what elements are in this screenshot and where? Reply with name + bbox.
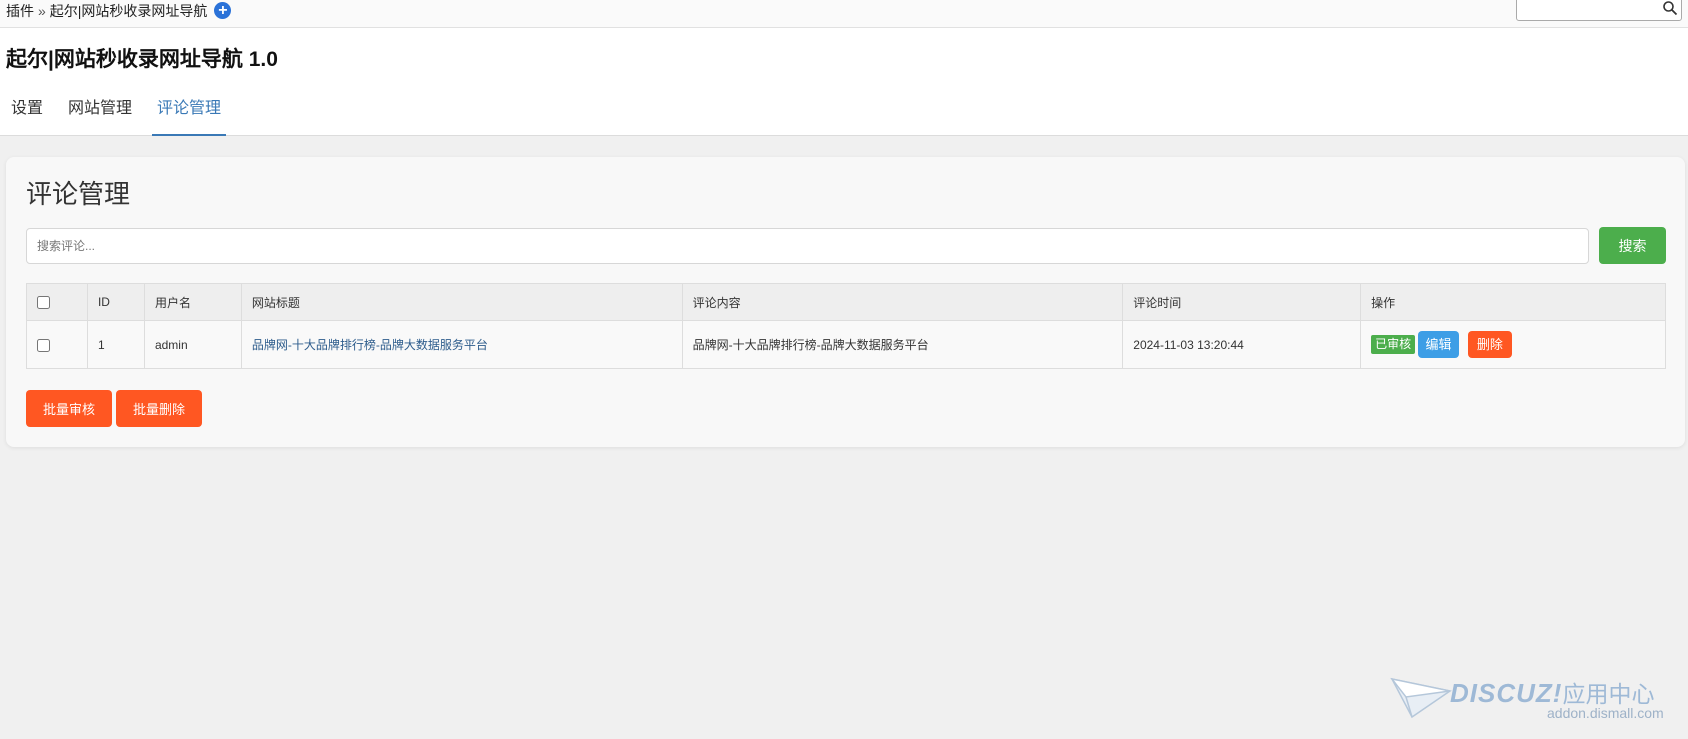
- watermark-url: addon.dismall.com: [1547, 705, 1664, 721]
- row-id: 1: [86, 320, 145, 369]
- top-bar: 插件» 起尔|网站秒收录网址导航 +: [0, 0, 1688, 28]
- panel-title: 评论管理: [26, 179, 131, 209]
- plugin-header: 起尔|网站秒收录网址导航 1.0 设置 网站管理 评论管理: [0, 28, 1688, 136]
- header-site-title: 网站标题: [240, 283, 683, 321]
- comment-table: ID 用户名 网站标题 评论内容 评论时间 操作 1 admin 品牌网-十大品…: [26, 283, 1666, 369]
- watermark-brand-name: DISCUZ!: [1450, 678, 1563, 708]
- search-icon[interactable]: [1662, 0, 1678, 16]
- select-all-checkbox[interactable]: [37, 296, 50, 310]
- breadcrumb-current[interactable]: 起尔|网站秒收录网址导航: [50, 3, 208, 19]
- row-actions: 已审核 编辑 删除: [1360, 320, 1666, 369]
- row-comment-content: 品牌网-十大品牌排行榜-品牌大数据服务平台: [681, 320, 1124, 369]
- header-actions: 操作: [1360, 283, 1666, 321]
- edit-button[interactable]: 编辑: [1418, 331, 1459, 358]
- tab-comment-management[interactable]: 评论管理: [152, 95, 227, 136]
- top-search-box: [1516, 0, 1682, 21]
- header-id: ID: [86, 283, 145, 321]
- breadcrumb-separator: »: [38, 3, 46, 19]
- table-row: 1 admin 品牌网-十大品牌排行榜-品牌大数据服务平台 品牌网-十大品牌排行…: [26, 320, 1666, 369]
- comment-panel: 评论管理 搜索 ID 用户名 网站标题 评论内容 评论时间 操作 1 admin: [6, 157, 1685, 447]
- top-search-input[interactable]: [1521, 0, 1661, 20]
- header-username: 用户名: [143, 283, 242, 321]
- tab-settings[interactable]: 设置: [6, 95, 48, 136]
- site-title-link[interactable]: 品牌网-十大品牌排行榜-品牌大数据服务平台: [252, 338, 488, 352]
- table-header-row: ID 用户名 网站标题 评论内容 评论时间 操作: [26, 283, 1666, 321]
- comment-search-input[interactable]: [26, 228, 1589, 264]
- row-username: admin: [143, 320, 242, 369]
- watermark-brand-cn: 应用中心: [1562, 681, 1655, 707]
- bulk-delete-button[interactable]: 批量删除: [116, 390, 202, 427]
- delete-button[interactable]: 删除: [1467, 331, 1512, 358]
- header-select-all: [26, 283, 88, 321]
- bulk-approve-button[interactable]: 批量审核: [26, 390, 112, 427]
- row-comment-time: 2024-11-03 13:20:44: [1122, 320, 1362, 369]
- header-comment-time: 评论时间: [1122, 283, 1362, 321]
- page-title: 起尔|网站秒收录网址导航 1.0: [6, 48, 278, 71]
- breadcrumb-root[interactable]: 插件: [6, 3, 34, 19]
- row-site-title-cell: 品牌网-十大品牌排行榜-品牌大数据服务平台: [240, 320, 683, 369]
- row-checkbox[interactable]: [37, 338, 50, 352]
- paper-plane-icon: [1390, 677, 1452, 719]
- add-icon[interactable]: +: [214, 2, 232, 19]
- tab-site-management[interactable]: 网站管理: [63, 95, 137, 136]
- approved-status-badge: 已审核: [1371, 335, 1416, 354]
- header-comment-content: 评论内容: [681, 283, 1124, 321]
- watermark-brand: DISCUZ!应用中心: [1450, 675, 1654, 709]
- search-button[interactable]: 搜索: [1599, 227, 1666, 264]
- row-select-cell: [26, 320, 88, 369]
- discuz-watermark: DISCUZ!应用中心 addon.dismall.com: [1390, 675, 1680, 735]
- breadcrumb: 插件» 起尔|网站秒收录网址导航 +: [6, 2, 232, 20]
